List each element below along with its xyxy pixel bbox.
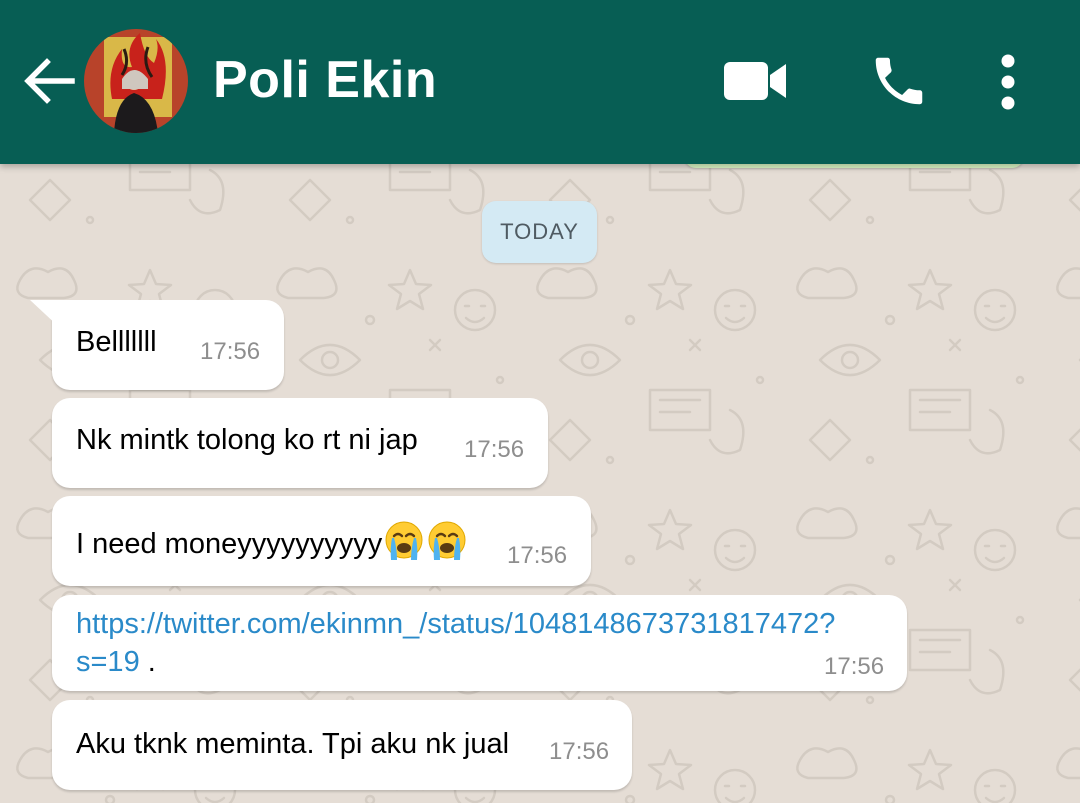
chat-header: Poli Ekin xyxy=(0,0,1080,164)
video-camera-icon[interactable] xyxy=(722,58,788,104)
message-bubble[interactable]: I need moneyyyyyyyyyy 17:56 xyxy=(52,496,591,586)
more-vertical-icon[interactable] xyxy=(990,52,1026,112)
message-time: 17:56 xyxy=(549,738,610,765)
contact-name[interactable]: Poli Ekin xyxy=(213,50,437,110)
bubble-tail xyxy=(30,300,60,328)
message-text: https://twitter.com/ekinmn_/status/10481… xyxy=(76,605,876,681)
message-text: Belllllll xyxy=(76,326,157,358)
message-text: I need moneyyyyyyyyyy xyxy=(76,520,468,562)
crying-face-icon xyxy=(385,521,423,560)
message-link-continued[interactable]: s=19 xyxy=(76,646,140,678)
message-text: Nk mintk tolong ko rt ni jap xyxy=(76,424,418,456)
message-time: 17:56 xyxy=(464,436,525,463)
message-link[interactable]: https://twitter.com/ekinmn_/status/10481… xyxy=(76,608,835,640)
message-text: Aku tknk meminta. Tpi aku nk jual xyxy=(76,728,510,760)
message-text-suffix: . xyxy=(139,646,156,678)
crying-face-icon xyxy=(428,521,466,560)
message-time: 17:56 xyxy=(507,542,568,569)
message-bubble[interactable]: https://twitter.com/ekinmn_/status/10481… xyxy=(52,595,907,691)
date-divider: TODAY xyxy=(482,201,597,263)
message-time: 17:56 xyxy=(824,653,885,680)
message-bubble[interactable]: Nk mintk tolong ko rt ni jap 17:56 xyxy=(52,398,548,488)
message-text-content: I need moneyyyyyyyyyy xyxy=(76,528,383,560)
phone-icon[interactable] xyxy=(868,50,930,112)
message-bubble[interactable]: Aku tknk meminta. Tpi aku nk jual 17:56 xyxy=(52,700,632,790)
arrow-left-icon[interactable] xyxy=(20,52,78,110)
message-time: 17:56 xyxy=(200,338,261,365)
avatar[interactable] xyxy=(84,29,188,133)
message-bubble[interactable]: Belllllll 17:56 xyxy=(30,300,284,390)
